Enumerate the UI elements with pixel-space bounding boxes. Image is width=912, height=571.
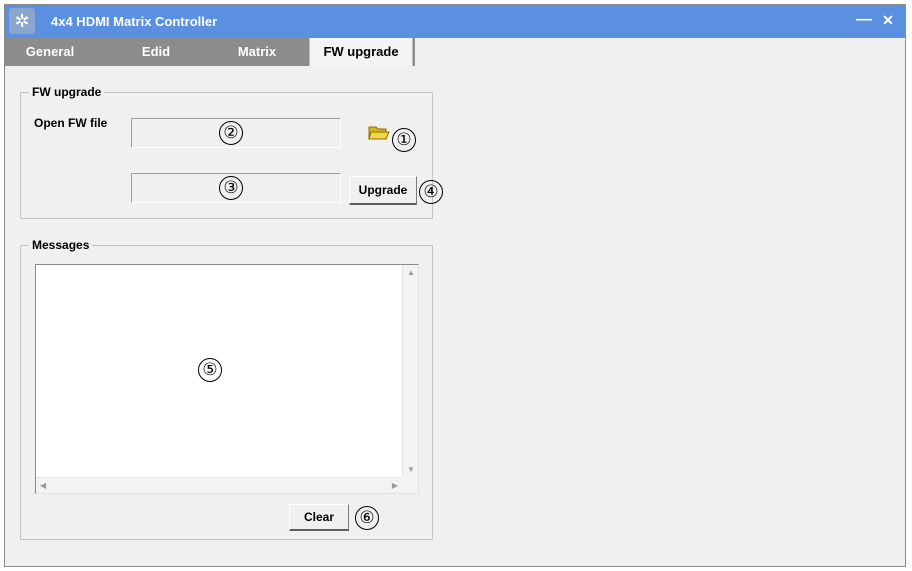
scroll-left-icon[interactable]: ◀: [40, 481, 46, 490]
callout-2: ②: [219, 121, 243, 145]
scroll-up-icon[interactable]: ▲: [407, 268, 415, 277]
upgrade-button[interactable]: Upgrade: [349, 176, 417, 205]
callout-5: ⑤: [198, 358, 222, 382]
minimize-button[interactable]: —: [853, 9, 875, 31]
tab-bar: General Edid Matrix FW upgrade: [5, 38, 905, 66]
callout-4: ④: [419, 180, 443, 204]
app-window: ✲ 4x4 HDMI Matrix Controller — ✕ General…: [4, 4, 906, 567]
scrollbar-corner: [402, 477, 418, 493]
tab-matrix[interactable]: Matrix: [219, 38, 295, 66]
messages-group-title: Messages: [29, 238, 93, 252]
scroll-right-icon[interactable]: ▶: [392, 481, 398, 490]
messages-group: Messages ⑤ ▲ ▼ ◀ ▶ Clear ⑥: [20, 238, 433, 540]
close-button[interactable]: ✕: [877, 9, 899, 31]
tab-general[interactable]: General: [9, 38, 91, 66]
open-fw-file-label: Open FW file: [34, 116, 108, 130]
gear-icon[interactable]: ✲: [9, 8, 35, 34]
callout-3: ③: [219, 176, 243, 200]
messages-log[interactable]: ⑤ ▲ ▼ ◀ ▶: [35, 264, 419, 494]
fw-upgrade-group-title: FW upgrade: [29, 85, 105, 99]
tab-fw-upgrade[interactable]: FW upgrade: [309, 38, 413, 66]
folder-open-icon[interactable]: [368, 123, 390, 141]
callout-6: ⑥: [355, 506, 379, 530]
callout-1: ①: [392, 128, 416, 152]
horizontal-scrollbar[interactable]: ◀ ▶: [36, 477, 402, 493]
scroll-down-icon[interactable]: ▼: [407, 465, 415, 474]
tab-edid[interactable]: Edid: [119, 38, 193, 66]
window-title: 4x4 HDMI Matrix Controller: [51, 14, 218, 29]
tab-strip: General Edid Matrix FW upgrade: [5, 38, 415, 66]
vertical-scrollbar[interactable]: ▲ ▼: [402, 265, 418, 477]
fw-upgrade-group: FW upgrade Open FW file ② ① ③ Upgrade ④: [20, 85, 443, 219]
clear-button[interactable]: Clear: [289, 504, 349, 531]
title-bar: ✲ 4x4 HDMI Matrix Controller — ✕: [5, 5, 905, 38]
